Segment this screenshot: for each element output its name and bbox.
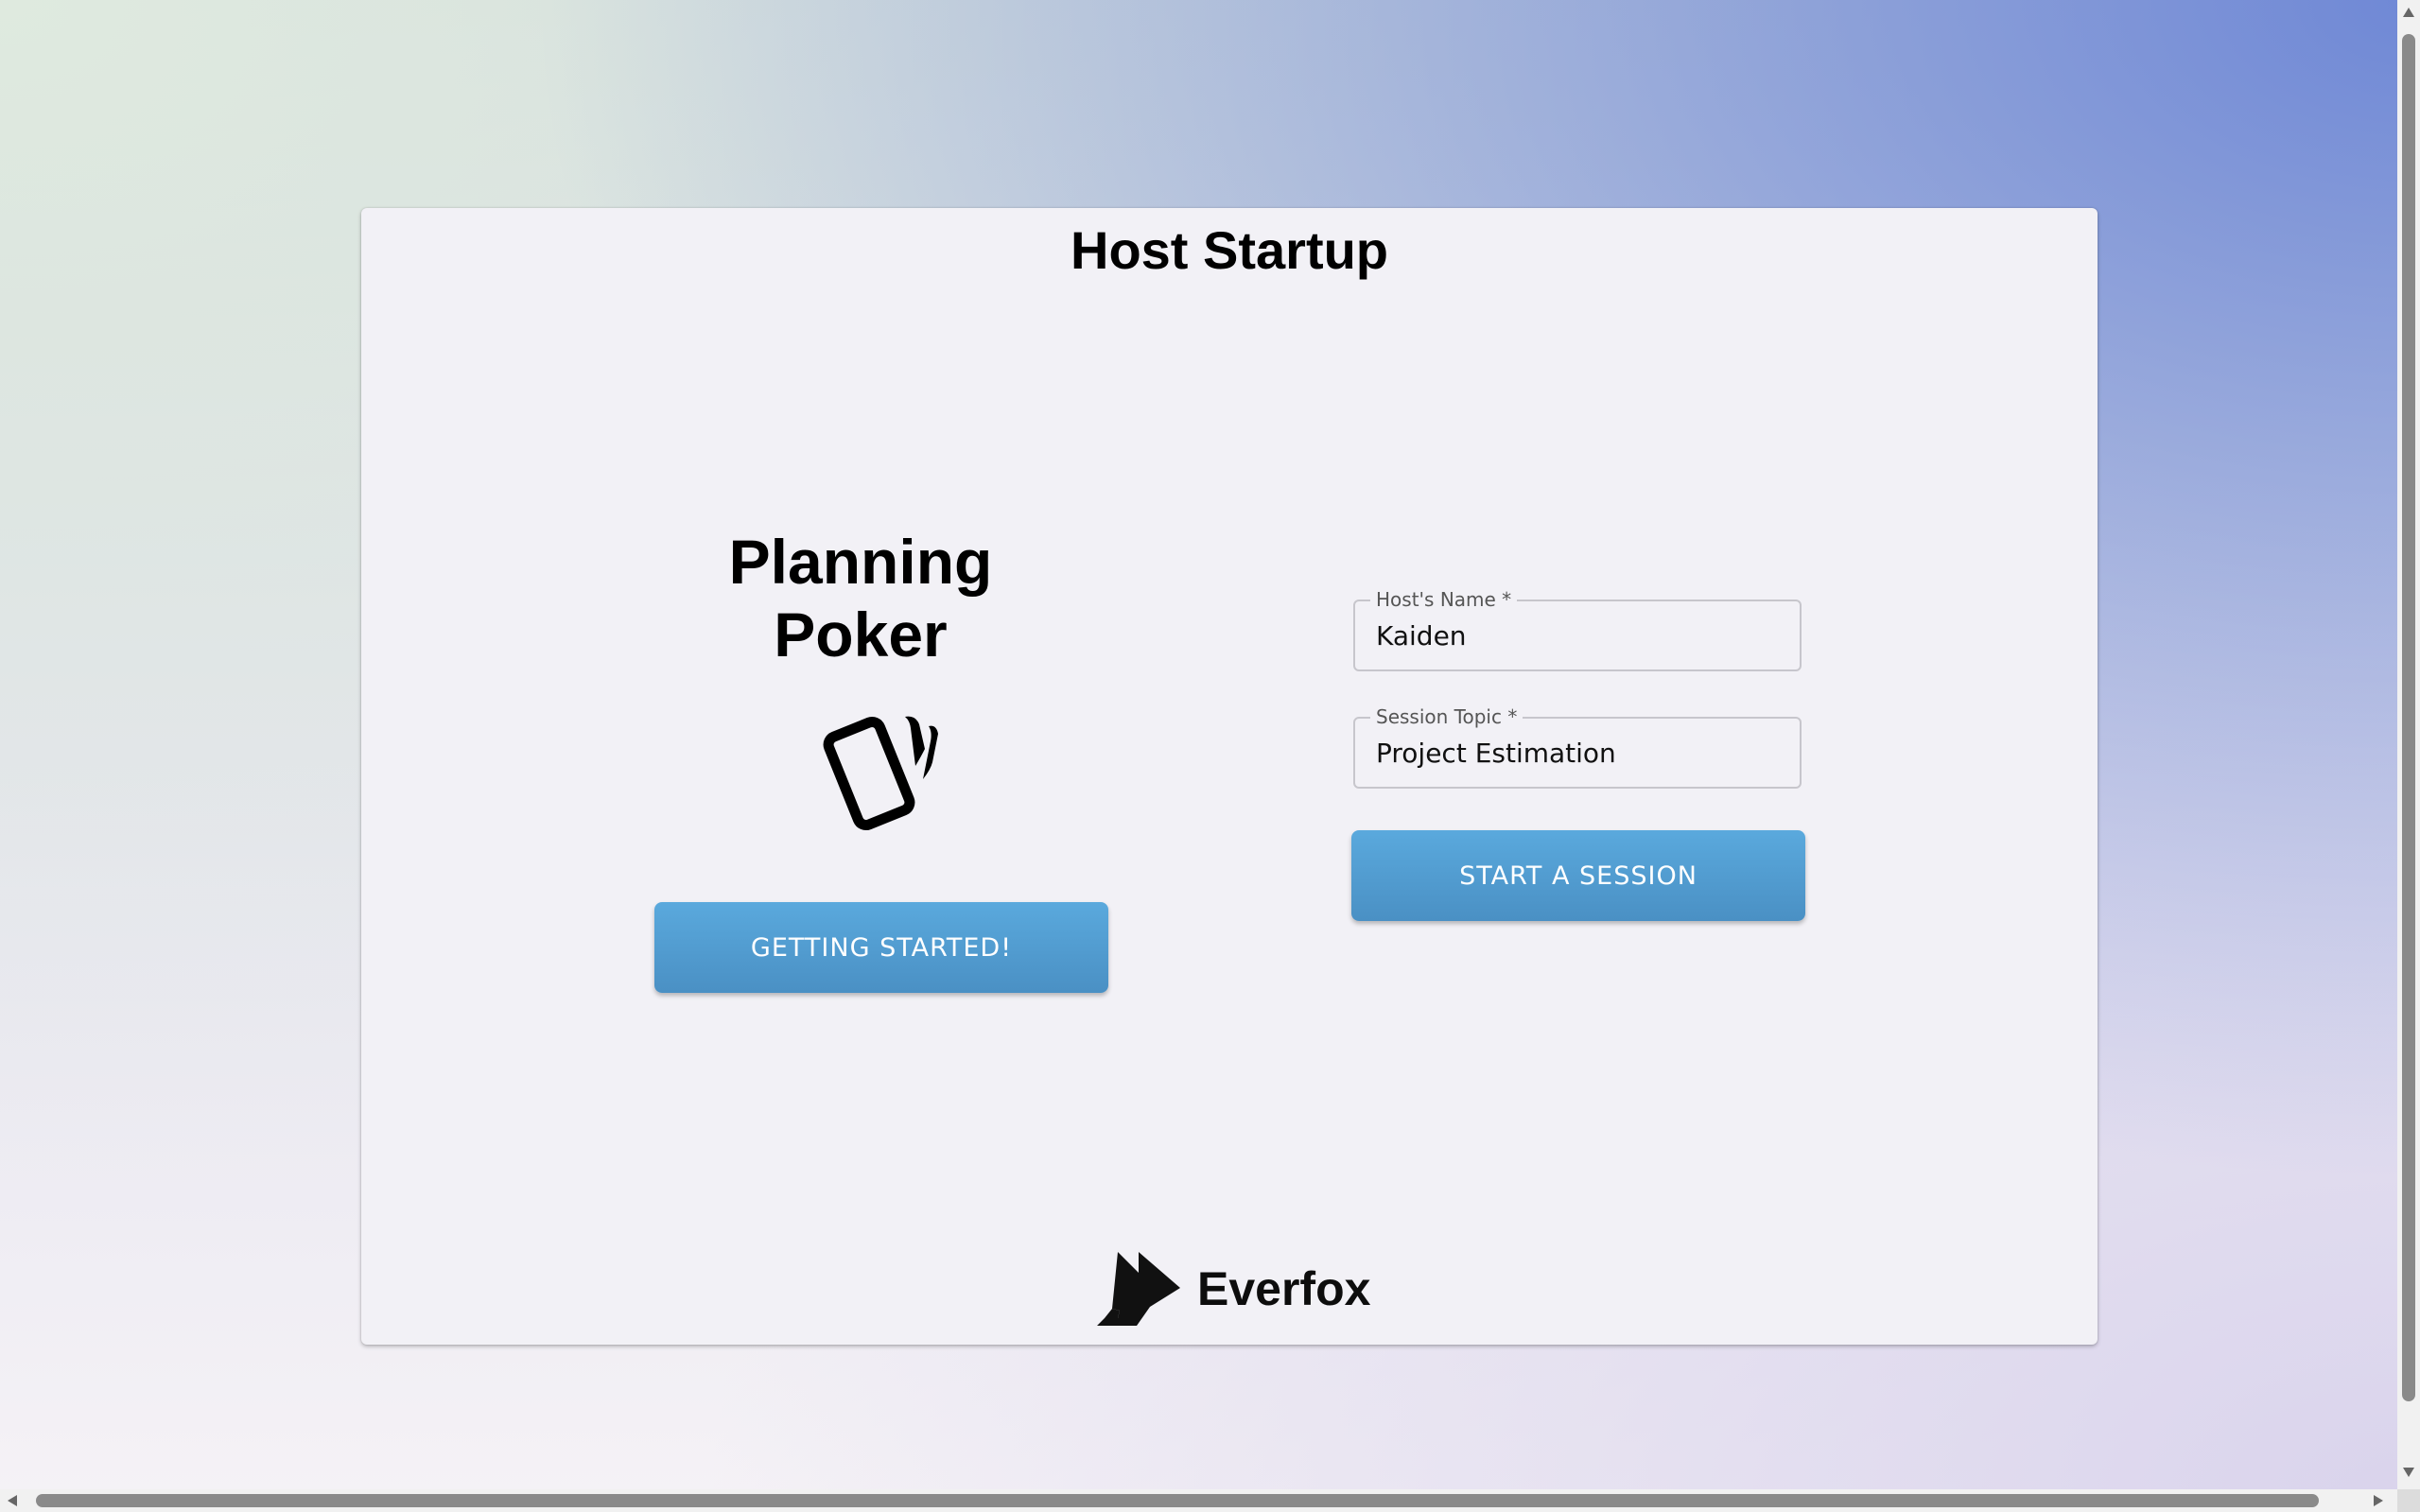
host-name-label: Host's Name *: [1370, 587, 1518, 612]
host-name-field[interactable]: Host's Name *: [1353, 587, 1802, 671]
horizontal-scroll-thumb[interactable]: [36, 1494, 2319, 1507]
company-logo: Everfox: [1095, 1248, 1379, 1333]
host-startup-card: Host Startup Planning Poker GETTING STAR…: [361, 208, 2098, 1345]
scroll-left-icon[interactable]: [8, 1495, 17, 1506]
everfox-logo-icon: [1097, 1252, 1180, 1326]
vertical-scroll-thumb[interactable]: [2402, 34, 2415, 1401]
company-name: Everfox: [1197, 1262, 1371, 1315]
scroll-up-icon[interactable]: [2403, 8, 2414, 17]
page-viewport: Host Startup Planning Poker GETTING STAR…: [0, 0, 2397, 1489]
app-title: Planning Poker: [671, 526, 1050, 671]
session-topic-label: Session Topic *: [1370, 704, 1523, 729]
horizontal-scrollbar[interactable]: [0, 1489, 2397, 1512]
scroll-down-icon[interactable]: [2403, 1468, 2414, 1477]
host-name-input[interactable]: [1376, 615, 1773, 656]
session-topic-input[interactable]: [1376, 732, 1773, 773]
scroll-right-icon[interactable]: [2374, 1495, 2383, 1506]
page-title: Host Startup: [1071, 220, 1388, 280]
app-title-line-2: Poker: [774, 600, 948, 669]
session-topic-field[interactable]: Session Topic *: [1353, 704, 1802, 789]
scrollbar-corner: [2397, 1489, 2420, 1512]
getting-started-button[interactable]: GETTING STARTED!: [654, 902, 1108, 993]
app-title-line-1: Planning: [728, 527, 993, 597]
start-session-button[interactable]: START A SESSION: [1351, 830, 1805, 921]
vertical-scrollbar[interactable]: [2397, 0, 2420, 1489]
cards-icon: [813, 700, 955, 832]
